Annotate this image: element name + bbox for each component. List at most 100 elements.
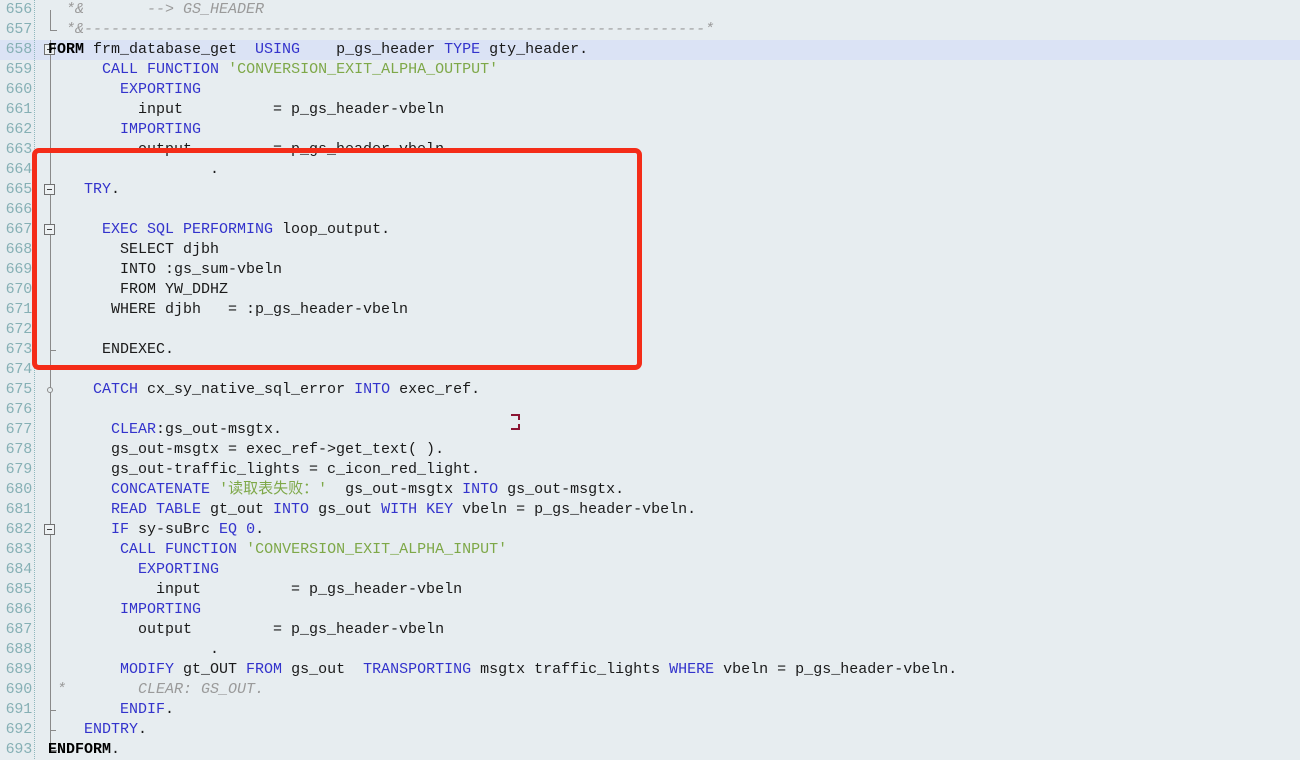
code-line[interactable]: 656 *& --> GS_HEADER <box>0 0 1300 20</box>
code-line[interactable]: 691 ENDIF. <box>0 700 1300 720</box>
code-text[interactable]: ENDEXEC. <box>48 340 174 360</box>
code-token-pl: . <box>111 181 121 198</box>
code-line[interactable]: 658 FORM frm_database_get USING p_gs_head… <box>0 40 1300 60</box>
code-line[interactable]: 675 CATCH cx_sy_native_sql_error INTO ex… <box>0 380 1300 400</box>
code-line[interactable]: 692 ENDTRY. <box>0 720 1300 740</box>
code-text[interactable]: ENDIF. <box>48 700 174 720</box>
code-line[interactable]: 686 IMPORTING <box>0 600 1300 620</box>
code-line[interactable]: 677 CLEAR:gs_out-msgtx. <box>0 420 1300 440</box>
line-number: 691 <box>5 701 33 718</box>
code-text[interactable]: MODIFY gt_OUT FROM gs_out TRANSPORTING m… <box>48 660 957 680</box>
code-token-pl: gs_out-msgtx. <box>498 481 625 498</box>
gutter-separator <box>34 640 35 660</box>
fold-column[interactable] <box>37 200 64 220</box>
code-token-kw: TRY <box>84 181 112 198</box>
code-text[interactable]: EXPORTING <box>48 560 219 580</box>
code-line[interactable]: 668 SELECT djbh <box>0 240 1300 260</box>
fold-column[interactable] <box>37 360 64 380</box>
code-line[interactable]: 666 <box>0 200 1300 220</box>
code-text[interactable]: EXPORTING <box>48 80 201 100</box>
code-token-pl: . <box>48 641 220 658</box>
code-line[interactable]: 664 . <box>0 160 1300 180</box>
code-text[interactable]: ENDFORM. <box>48 740 120 760</box>
code-text[interactable]: input = p_gs_header-vbeln <box>48 580 462 600</box>
gutter-separator <box>34 380 35 400</box>
fold-column[interactable] <box>37 320 64 340</box>
code-text[interactable]: CONCATENATE '读取表失败：' gs_out-msgtx INTO g… <box>48 480 624 500</box>
code-line[interactable]: 674 <box>0 360 1300 380</box>
code-token-pl: output = p_gs_header-vbeln <box>48 621 445 638</box>
code-line[interactable]: 661 input = p_gs_header-vbeln <box>0 100 1300 120</box>
code-text[interactable]: . <box>48 160 219 180</box>
code-text[interactable]: INTO :gs_sum-vbeln <box>48 260 282 280</box>
code-line[interactable]: 659 CALL FUNCTION 'CONVERSION_EXIT_ALPHA… <box>0 60 1300 80</box>
code-line[interactable]: 682 IF sy-suBrc EQ 0. <box>0 520 1300 540</box>
code-text[interactable]: output = p_gs_header-vbeln <box>48 620 444 640</box>
code-text[interactable]: CALL FUNCTION 'CONVERSION_EXIT_ALPHA_INP… <box>48 540 507 560</box>
code-line[interactable]: 672 <box>0 320 1300 340</box>
code-text[interactable]: gs_out-msgtx = exec_ref->get_text( ). <box>48 440 444 460</box>
code-text[interactable]: gs_out-traffic_lights = c_icon_red_light… <box>48 460 480 480</box>
code-line[interactable]: 684 EXPORTING <box>0 560 1300 580</box>
code-line[interactable]: 679 gs_out-traffic_lights = c_icon_red_l… <box>0 460 1300 480</box>
code-line[interactable]: 688 . <box>0 640 1300 660</box>
code-line[interactable]: 680 CONCATENATE '读取表失败：' gs_out-msgtx IN… <box>0 480 1300 500</box>
code-text[interactable]: FROM YW_DDHZ <box>48 280 228 300</box>
code-line[interactable]: 667 EXEC SQL PERFORMING loop_output. <box>0 220 1300 240</box>
code-text[interactable]: input = p_gs_header-vbeln <box>48 100 444 120</box>
code-line[interactable]: 685 input = p_gs_header-vbeln <box>0 580 1300 600</box>
code-line[interactable]: 665 TRY. <box>0 180 1300 200</box>
code-text[interactable]: IF sy-suBrc EQ 0. <box>48 520 264 540</box>
code-text[interactable]: SELECT djbh <box>48 240 219 260</box>
code-line[interactable]: 670 FROM YW_DDHZ <box>0 280 1300 300</box>
code-text[interactable]: TRY. <box>48 180 120 200</box>
code-line[interactable]: 693 ENDFORM. <box>0 740 1300 760</box>
code-text[interactable]: FORM frm_database_get USING p_gs_header … <box>48 40 588 60</box>
code-line[interactable]: 660 EXPORTING <box>0 80 1300 100</box>
fold-column[interactable] <box>37 400 64 420</box>
code-line[interactable]: 687 output = p_gs_header-vbeln <box>0 620 1300 640</box>
code-line[interactable]: 689 MODIFY gt_OUT FROM gs_out TRANSPORTI… <box>0 660 1300 680</box>
code-line[interactable]: 663 output = p_gs_header-vbeln <box>0 140 1300 160</box>
code-line[interactable]: 690 * CLEAR: GS_OUT. <box>0 680 1300 700</box>
code-line[interactable]: 662 IMPORTING <box>0 120 1300 140</box>
code-text[interactable]: WHERE djbh = :p_gs_header-vbeln <box>48 300 408 320</box>
code-token-kw: EXPORTING <box>120 81 202 98</box>
code-text[interactable]: . <box>48 640 219 660</box>
gutter-separator <box>34 600 35 620</box>
code-text[interactable]: IMPORTING <box>48 600 201 620</box>
code-token-kw: EXPORTING <box>138 561 220 578</box>
line-number: 678 <box>5 441 33 458</box>
code-token-kw: ENDIF <box>120 701 166 718</box>
code-line[interactable]: 673 ENDEXEC. <box>0 340 1300 360</box>
code-token-pl: cx_sy_native_sql_error <box>138 381 355 398</box>
code-token-kw: CALL FUNCTION <box>120 541 238 558</box>
code-text[interactable]: output = p_gs_header-vbeln <box>48 140 444 160</box>
code-line[interactable]: 671 WHERE djbh = :p_gs_header-vbeln <box>0 300 1300 320</box>
code-text[interactable]: IMPORTING <box>48 120 201 140</box>
code-line-list[interactable]: 656 *& --> GS_HEADER 657 *&--------------… <box>0 0 1300 760</box>
code-token-kw: ENDTRY <box>84 721 139 738</box>
code-token-kw: WITH KEY <box>381 501 454 518</box>
gutter-separator <box>34 680 35 700</box>
code-line[interactable]: 678 gs_out-msgtx = exec_ref->get_text( )… <box>0 440 1300 460</box>
code-token-pl: FROM YW_DDHZ <box>48 281 229 298</box>
code-line[interactable]: 681 READ TABLE gt_out INTO gs_out WITH K… <box>0 500 1300 520</box>
code-text[interactable]: CALL FUNCTION 'CONVERSION_EXIT_ALPHA_OUT… <box>48 60 498 80</box>
code-line[interactable]: 683 CALL FUNCTION 'CONVERSION_EXIT_ALPHA… <box>0 540 1300 560</box>
code-text[interactable]: CATCH cx_sy_native_sql_error INTO exec_r… <box>48 380 480 400</box>
code-text[interactable]: READ TABLE gt_out INTO gs_out WITH KEY v… <box>48 500 696 520</box>
code-text[interactable]: EXEC SQL PERFORMING loop_output. <box>48 220 390 240</box>
code-line[interactable]: 676 <box>0 400 1300 420</box>
code-editor[interactable]: 656 *& --> GS_HEADER 657 *&--------------… <box>0 0 1300 760</box>
code-text[interactable]: CLEAR:gs_out-msgtx. <box>48 420 282 440</box>
line-number: 662 <box>5 121 33 138</box>
gutter-separator <box>34 160 35 180</box>
code-text[interactable]: * CLEAR: GS_OUT. <box>48 680 264 700</box>
code-text[interactable]: ENDTRY. <box>48 720 147 740</box>
code-text[interactable]: *& --> GS_HEADER <box>48 0 264 20</box>
code-line[interactable]: 657 *&----------------------------------… <box>0 20 1300 40</box>
code-text[interactable]: *&--------------------------------------… <box>48 20 714 40</box>
code-line[interactable]: 669 INTO :gs_sum-vbeln <box>0 260 1300 280</box>
